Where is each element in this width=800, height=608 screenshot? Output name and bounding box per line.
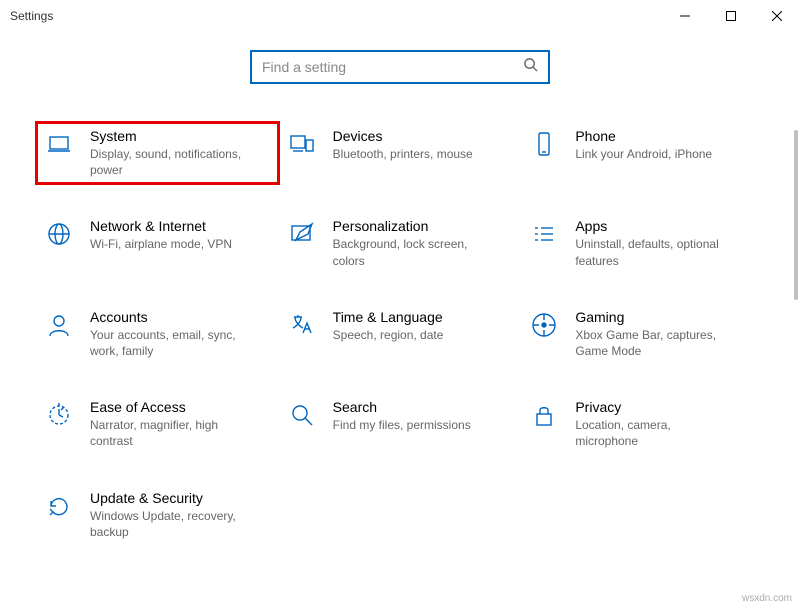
scrollbar[interactable] [794,130,798,300]
category-title: Search [333,399,471,415]
category-title: Time & Language [333,309,444,325]
category-update[interactable]: Update & Security Windows Update, recover… [36,484,279,546]
category-title: Network & Internet [90,218,232,234]
lock-icon [529,399,559,437]
category-devices[interactable]: Devices Bluetooth, printers, mouse [279,122,522,184]
category-apps[interactable]: Apps Uninstall, defaults, optional featur… [521,212,764,274]
category-text: Update & Security Windows Update, recover… [90,490,250,540]
category-time[interactable]: Time & Language Speech, region, date [279,303,522,365]
maximize-button[interactable] [708,0,754,32]
minimize-button[interactable] [662,0,708,32]
category-desc: Wi-Fi, airplane mode, VPN [90,236,232,252]
language-icon [287,309,317,347]
category-text: Time & Language Speech, region, date [333,309,444,359]
category-phone[interactable]: Phone Link your Android, iPhone [521,122,764,184]
category-desc: Uninstall, defaults, optional features [575,236,735,268]
category-text: Apps Uninstall, defaults, optional featur… [575,218,735,268]
category-text: Network & Internet Wi-Fi, airplane mode, … [90,218,232,268]
category-privacy[interactable]: Privacy Location, camera, microphone [521,393,764,455]
category-desc: Speech, region, date [333,327,444,343]
search-icon [523,57,538,77]
category-desc: Your accounts, email, sync, work, family [90,327,250,359]
category-text: Devices Bluetooth, printers, mouse [333,128,473,178]
category-title: Apps [575,218,735,234]
category-desc: Narrator, magnifier, high contrast [90,417,250,449]
category-desc: Link your Android, iPhone [575,146,712,162]
search-box[interactable] [250,50,550,84]
devices-icon [287,128,317,166]
globe-icon [44,218,74,256]
category-text: Phone Link your Android, iPhone [575,128,712,178]
watermark: wsxdn.com [742,593,792,604]
category-desc: Xbox Game Bar, captures, Game Mode [575,327,735,359]
category-text: Gaming Xbox Game Bar, captures, Game Mode [575,309,735,359]
category-text: Accounts Your accounts, email, sync, work… [90,309,250,359]
laptop-icon [44,128,74,166]
category-desc: Location, camera, microphone [575,417,735,449]
update-icon [44,490,74,528]
category-title: Devices [333,128,473,144]
category-title: Gaming [575,309,735,325]
category-desc: Display, sound, notifications, power [90,146,250,178]
brush-icon [287,218,317,256]
category-gaming[interactable]: Gaming Xbox Game Bar, captures, Game Mode [521,303,764,365]
category-accounts[interactable]: Accounts Your accounts, email, sync, work… [36,303,279,365]
phone-icon [529,128,559,166]
category-desc: Background, lock screen, colors [333,236,493,268]
search-icon [287,399,317,437]
category-text: System Display, sound, notifications, pow… [90,128,250,178]
category-network[interactable]: Network & Internet Wi-Fi, airplane mode, … [36,212,279,274]
apps-icon [529,218,559,256]
category-personalization[interactable]: Personalization Background, lock screen, … [279,212,522,274]
gaming-icon [529,309,559,347]
category-text: Ease of Access Narrator, magnifier, high … [90,399,250,449]
category-title: Personalization [333,218,493,234]
category-search[interactable]: Search Find my files, permissions [279,393,522,455]
category-title: Phone [575,128,712,144]
category-title: Ease of Access [90,399,250,415]
category-system[interactable]: System Display, sound, notifications, pow… [36,122,279,184]
category-text: Personalization Background, lock screen, … [333,218,493,268]
category-title: System [90,128,250,144]
window-controls [662,0,800,32]
close-button[interactable] [754,0,800,32]
category-text: Search Find my files, permissions [333,399,471,449]
category-title: Accounts [90,309,250,325]
titlebar: Settings [0,0,800,32]
category-text: Privacy Location, camera, microphone [575,399,735,449]
ease-icon [44,399,74,437]
search-input[interactable] [262,59,502,75]
category-desc: Windows Update, recovery, backup [90,508,250,540]
category-desc: Find my files, permissions [333,417,471,433]
category-title: Privacy [575,399,735,415]
category-desc: Bluetooth, printers, mouse [333,146,473,162]
category-title: Update & Security [90,490,250,506]
person-icon [44,309,74,347]
window-title: Settings [10,9,53,23]
category-ease[interactable]: Ease of Access Narrator, magnifier, high … [36,393,279,455]
